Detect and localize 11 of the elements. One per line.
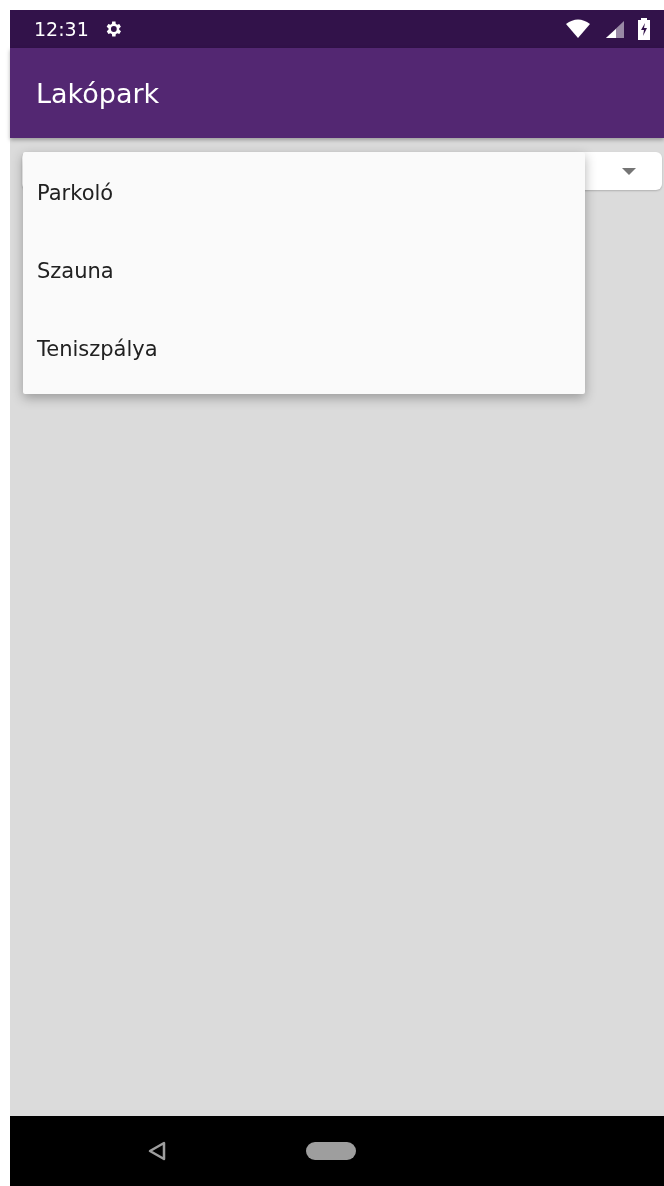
status-time: 12:31: [34, 18, 89, 40]
home-icon[interactable]: [306, 1142, 356, 1160]
battery-icon: [638, 18, 650, 40]
back-icon[interactable]: [148, 1141, 166, 1161]
menu-item[interactable]: Teniszpálya: [23, 310, 585, 388]
menu-item[interactable]: Szauna: [23, 232, 585, 310]
signal-icon: [604, 19, 624, 39]
menu-item[interactable]: Parkoló: [23, 154, 585, 232]
caret-icon: [622, 167, 636, 175]
wifi-icon: [566, 19, 590, 39]
app-title: Lakópark: [36, 77, 160, 109]
